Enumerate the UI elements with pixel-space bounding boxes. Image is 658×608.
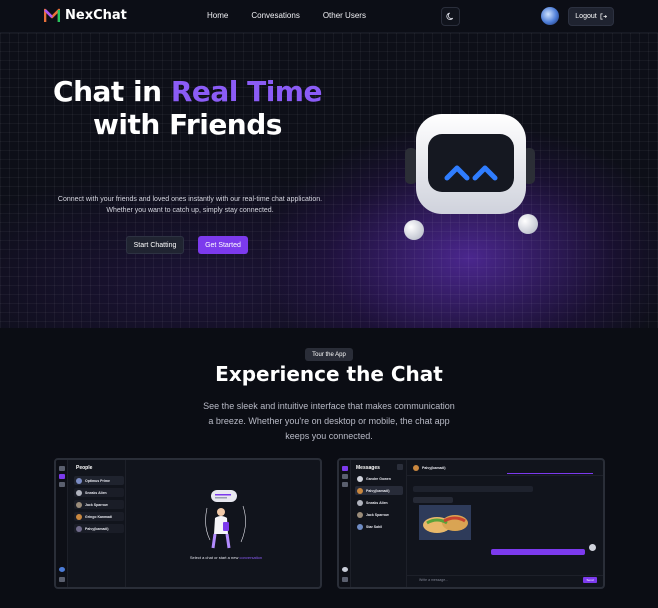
section-title: Experience the Chat [215,362,443,386]
empty-state-illustration [205,490,246,549]
list-item: Gandre Gowen [355,474,403,483]
nav-links: Home Convesations Other Users [207,11,366,20]
nav-link-conversations[interactable]: Convesations [251,11,299,20]
robot-illustration [404,114,538,240]
logout-icon [600,13,607,20]
moon-icon [446,12,454,20]
list-item: Sneaks Alien [355,498,403,507]
message-bubble [413,486,533,492]
people-title: People [76,465,93,471]
hero-title: Chat in Real Time with Friends [40,75,335,141]
theme-toggle-button[interactable] [441,7,460,26]
start-chatting-button[interactable]: Start Chatting [126,236,184,254]
nav-link-home[interactable]: Home [207,11,228,20]
hero-title-accent: Real Time [170,75,323,108]
nav-link-other-users[interactable]: Other Users [323,11,366,20]
brand[interactable]: NexChat [44,8,127,23]
get-started-button[interactable]: Get Started [198,236,248,254]
empty-state-text: Select a chat or start a new conversatio… [189,555,263,560]
send-button[interactable]: Send [583,577,597,583]
list-item: Star Sahil [355,522,403,531]
sent-message-bubble [491,549,585,555]
message-bubble [413,497,453,503]
hero-subtitle: Connect with your friends and loved ones… [57,196,323,214]
list-item: Jack Sparrow [355,510,403,519]
list-item: Palvy(kamadi) [74,524,124,533]
list-item: Optimus Prime [74,476,124,485]
user-avatar[interactable] [541,7,559,25]
nexchat-logo-icon [44,8,60,22]
preview-sidebar-rail [56,460,68,587]
tour-badge: Tour the App [305,348,353,361]
preview-sidebar-rail [339,460,351,587]
threads-panel: Messages Gandre Gowen Palvy(kamadi) Snea… [351,460,407,587]
message-input[interactable]: Write a message... [419,578,448,582]
hero-title-line2: with Friends [93,108,282,141]
tacos-image [419,505,471,540]
list-item: Palvy(kamadi) [355,486,403,495]
preview-people-screenshot: People Optimus Prime Sneaks Alien Jack S… [54,458,322,589]
food-image [419,505,471,540]
messages-title: Messages [356,465,380,471]
top-navbar: NexChat Home Convesations Other Users Lo… [0,0,658,33]
logout-button[interactable]: Logout [568,7,614,26]
chat-header: Palvy(kamadi) [411,463,491,472]
logout-label: Logout [575,13,597,20]
list-item: Jack Sparrow [74,500,124,509]
preview-messages-screenshot: Messages Gandre Gowen Palvy(kamadi) Snea… [337,458,605,589]
people-panel: People Optimus Prime Sneaks Alien Jack S… [68,460,126,587]
list-item: Gringo Kanmadi [74,512,124,521]
brand-name: NexChat [65,8,127,23]
list-item: Sneaks Alien [74,488,124,497]
avatar [589,544,596,551]
chat-panel: Palvy(kamadi) Write a message... Send [407,460,603,587]
section-subtitle: See the sleek and intuitive interface th… [203,401,455,441]
hero-title-plain: Chat in [53,75,171,108]
